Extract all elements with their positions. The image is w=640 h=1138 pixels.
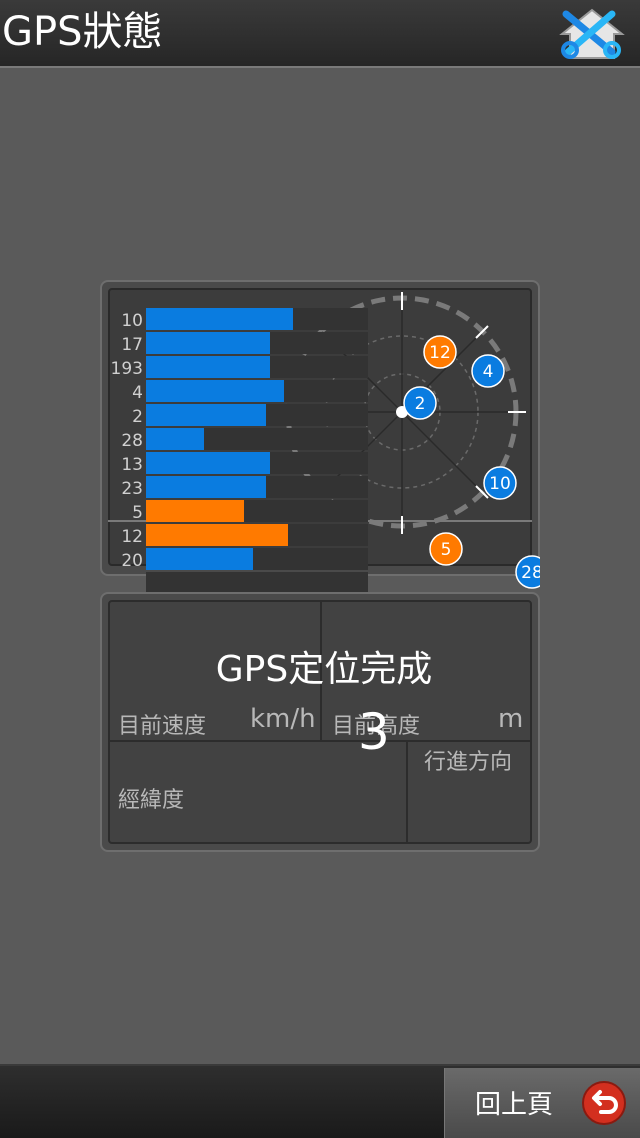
signal-bar-193 bbox=[146, 356, 270, 378]
satellite-count: 3 bbox=[358, 703, 390, 761]
sky-satellite-10: 10 bbox=[483, 466, 517, 500]
satellite-id-label: 23 bbox=[121, 479, 143, 499]
heading-label: 行進方向 bbox=[424, 750, 513, 775]
satellite-id-label: 20 bbox=[121, 551, 143, 571]
back-button-label: 回上頁 bbox=[475, 1090, 554, 1120]
svg-text:2: 2 bbox=[415, 394, 426, 414]
home-tools-icon bbox=[559, 8, 625, 59]
sky-satellite-12: 12 bbox=[423, 335, 457, 369]
svg-text:12: 12 bbox=[429, 343, 451, 363]
back-arrow-icon bbox=[582, 1081, 626, 1125]
info-panel: GPS定位完成 目前速度 km/h 目前高度 m 3 行進方向 經緯度 bbox=[100, 592, 540, 852]
sky-satellite-28: 28 bbox=[515, 555, 540, 589]
signal-bar-28 bbox=[146, 428, 204, 450]
signal-bar-4 bbox=[146, 380, 284, 402]
signal-bar-10 bbox=[146, 308, 293, 330]
top-bar: GPS狀態 bbox=[0, 0, 640, 68]
signal-bar-2 bbox=[146, 404, 266, 426]
home-tools-button[interactable] bbox=[556, 4, 628, 62]
speed-unit: km/h bbox=[250, 704, 316, 734]
satellite-id-label: 193 bbox=[111, 359, 143, 379]
signal-bar-13 bbox=[146, 452, 270, 474]
satellite-id-label: 4 bbox=[132, 383, 143, 403]
sky-satellite-2: 2 bbox=[403, 386, 437, 420]
satellite-id-label: 10 bbox=[121, 311, 143, 331]
sky-satellite-4: 4 bbox=[471, 354, 505, 388]
svg-text:5: 5 bbox=[441, 540, 452, 560]
satellite-id-label: 17 bbox=[121, 335, 143, 355]
coords-label: 經緯度 bbox=[118, 788, 185, 813]
satellite-id-label: 13 bbox=[121, 455, 143, 475]
bottom-bar: 回上頁 bbox=[0, 1064, 640, 1138]
gps-status: GPS定位完成 bbox=[215, 649, 433, 690]
signal-bar-20 bbox=[146, 548, 253, 570]
svg-text:4: 4 bbox=[483, 362, 494, 382]
altitude-unit: m bbox=[498, 704, 524, 734]
svg-text:28: 28 bbox=[521, 563, 540, 583]
satellite-id-label: 28 bbox=[121, 431, 143, 451]
back-button[interactable]: 回上頁 bbox=[444, 1068, 640, 1138]
satellite-id-label: 12 bbox=[121, 527, 143, 547]
speed-label: 目前速度 bbox=[118, 714, 207, 739]
satellite-chart: 10 17 193 4 2 28 13 23 5 12 20 12 4 2 10 5 28 bbox=[108, 292, 540, 596]
sky-satellite-5: 5 bbox=[429, 532, 463, 566]
signal-bar-5 bbox=[146, 500, 244, 522]
signal-bar-17 bbox=[146, 332, 270, 354]
satellite-id-label: 2 bbox=[132, 407, 143, 427]
satellite-id-label: 5 bbox=[132, 503, 143, 523]
signal-bar-23 bbox=[146, 476, 266, 498]
signal-bar-12 bbox=[146, 524, 288, 546]
svg-text:10: 10 bbox=[489, 474, 511, 494]
page-title: GPS狀態 bbox=[2, 9, 163, 55]
satellite-view: 10 17 193 4 2 28 13 23 5 12 20 12 4 2 10 5 28 bbox=[100, 280, 540, 600]
